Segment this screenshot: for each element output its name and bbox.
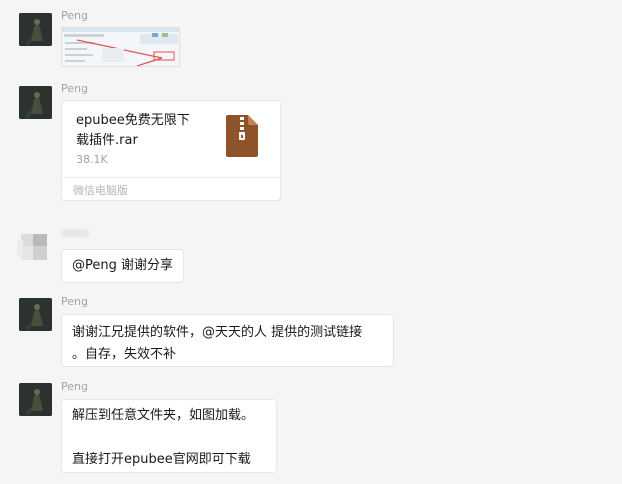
- text-message-bubble[interactable]: 谢谢江兄提供的软件，@天天的人 提供的测试链接 。自存，失效不补: [61, 314, 394, 367]
- file-name: epubee免费无限下 载插件.rar: [76, 111, 216, 151]
- sender-avatar[interactable]: [19, 86, 52, 119]
- image-thumbnail[interactable]: [61, 27, 180, 67]
- archive-file-icon: [226, 115, 258, 157]
- file-message-card[interactable]: epubee免费无限下 载插件.rar 38.1K 微信电脑版: [61, 100, 281, 201]
- sender-avatar[interactable]: [19, 298, 52, 331]
- sender-name-blurred: [61, 229, 89, 237]
- file-name-line-2: 载插件.rar: [76, 133, 138, 148]
- file-name-line-1: epubee免费无限下: [76, 113, 190, 128]
- text-message-bubble[interactable]: @Peng 谢谢分享: [61, 249, 184, 283]
- file-size: 38.1K: [76, 153, 108, 166]
- sender-avatar[interactable]: [19, 13, 52, 46]
- sender-avatar[interactable]: [19, 383, 52, 416]
- message-text-line-2: 。自存，失效不补: [72, 347, 177, 362]
- text-message-bubble[interactable]: 解压到任意文件夹，如图加载。 直接打开epubee官网即可下载: [61, 399, 277, 473]
- sender-name: Peng: [61, 82, 88, 95]
- chat-history: Peng Peng epubee免费无限下 载插件.rar 38.1K 微信电脑…: [0, 0, 622, 484]
- sender-name: Peng: [61, 295, 88, 308]
- message-text-line-1: 谢谢江兄提供的软件，@天天的人 提供的测试链接: [72, 325, 363, 340]
- sender-name: Peng: [61, 380, 88, 393]
- message-text-line-2: [72, 427, 266, 449]
- sender-name: Peng: [61, 9, 88, 22]
- sender-avatar-blurred[interactable]: [17, 228, 55, 268]
- message-text-line-3: 直接打开epubee官网即可下载: [72, 452, 251, 467]
- file-card-divider: [62, 177, 280, 178]
- file-source-label: 微信电脑版: [73, 184, 128, 197]
- message-text-line-1: 解压到任意文件夹，如图加载。: [72, 408, 255, 423]
- message-text: @Peng 谢谢分享: [72, 258, 173, 273]
